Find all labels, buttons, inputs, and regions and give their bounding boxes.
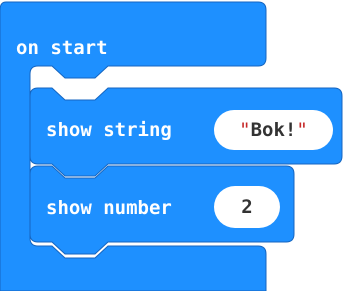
on-start-label: on start xyxy=(16,37,108,59)
close-quote: " xyxy=(296,119,308,141)
string-argument-value: Bok! xyxy=(250,119,297,141)
number-argument-pill[interactable]: 2 xyxy=(214,186,280,228)
string-argument-pill[interactable]: " Bok! " xyxy=(214,110,333,150)
show-string-label: show string xyxy=(46,119,172,141)
number-argument-value: 2 xyxy=(241,196,253,218)
open-quote: " xyxy=(239,119,251,141)
show-number-label: show number xyxy=(46,197,172,219)
